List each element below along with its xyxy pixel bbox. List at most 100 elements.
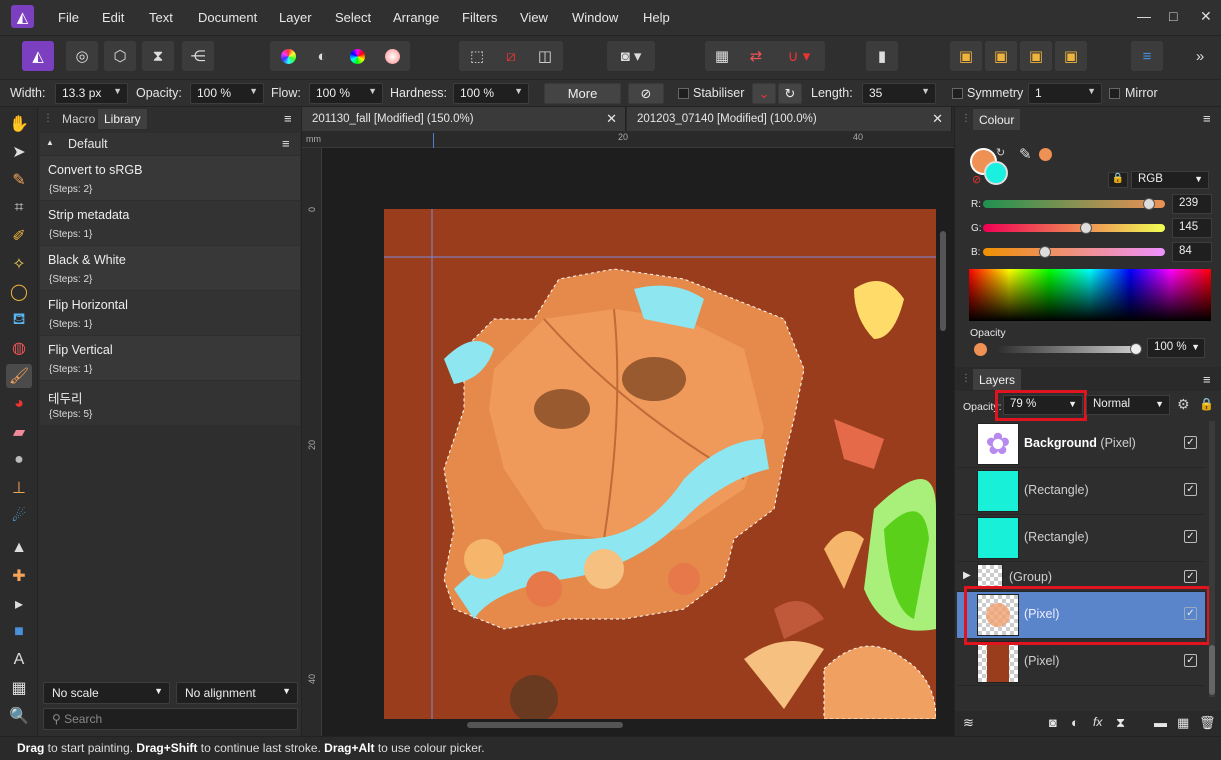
colour-opacity-thumb[interactable]	[1130, 343, 1142, 355]
g-slider-thumb[interactable]	[1080, 222, 1092, 234]
invert-selection-icon[interactable]: ◫	[529, 41, 561, 71]
tab-colour[interactable]: Colour	[973, 109, 1021, 130]
horizontal-scrollbar[interactable]	[467, 722, 623, 728]
macro-item[interactable]: 테두리 {Steps: 5}	[40, 381, 300, 425]
erase-tool-icon[interactable]: ▰	[6, 420, 32, 444]
rectangle-tool-icon[interactable]: ■	[6, 620, 32, 644]
close-icon[interactable]: ✕	[932, 111, 943, 127]
menu-layer[interactable]: Layer	[279, 10, 312, 25]
doc-tab-fall[interactable]: 201130_fall [Modified] (150.0%) ✕	[302, 107, 626, 131]
tab-layers[interactable]: Layers	[973, 369, 1022, 390]
add-pixel-layer-icon[interactable]: ▦	[1177, 715, 1189, 731]
export-persona-icon[interactable]: ⋲	[182, 41, 214, 71]
crop-tool-icon[interactable]: ⌗	[6, 196, 32, 220]
photo-persona-icon[interactable]: ◭	[22, 41, 54, 71]
close-window-button[interactable]: ✕	[1200, 8, 1212, 25]
scale-select[interactable]: No scale ▼	[43, 682, 170, 704]
macro-item[interactable]: Strip metadata {Steps: 1}	[40, 201, 300, 245]
contrast-icon[interactable]: ◐	[306, 41, 338, 71]
layer-studio-icon[interactable]: ≋	[963, 715, 974, 731]
panel-grip-icon[interactable]: ⋮	[961, 373, 971, 384]
close-icon[interactable]: ✕	[606, 111, 617, 127]
text-tool-icon[interactable]: A	[6, 648, 32, 672]
search-input[interactable]: ⚲ Search	[43, 708, 298, 730]
doc-tab-07140[interactable]: 201203_07140 [Modified] (100.0%) ✕	[627, 107, 952, 131]
hardness-field[interactable]: 100 % ▼	[453, 83, 529, 104]
zoom-tool-icon[interactable]: 🔍	[6, 704, 32, 728]
menu-document[interactable]: Document	[198, 10, 257, 25]
deselect-icon[interactable]: ⧄	[495, 41, 527, 71]
rope-mode-icon[interactable]: ⌄	[752, 83, 776, 104]
colour-model-select[interactable]: RGB ▼	[1131, 171, 1209, 189]
no-colour-icon[interactable]: ⊘	[972, 173, 981, 186]
visibility-checkbox[interactable]: ✓	[1184, 483, 1197, 496]
smudge-tool-icon[interactable]: ☄	[6, 504, 32, 528]
brush-options-icon[interactable]: ▮	[866, 41, 898, 71]
layer-row[interactable]: (Pixel) ✓	[957, 639, 1205, 686]
panel-menu-icon[interactable]: ≡	[284, 111, 292, 126]
colour-replacement-tool-icon[interactable]: ◕	[6, 392, 32, 416]
tab-macro[interactable]: Macro	[56, 109, 101, 129]
b-slider[interactable]	[983, 248, 1165, 256]
panel-grip-icon[interactable]: ⋮	[43, 113, 53, 124]
sharpen-tool-icon[interactable]: ▲	[6, 536, 32, 560]
colour-opacity-slider[interactable]	[997, 346, 1137, 353]
visibility-checkbox[interactable]: ✓	[1184, 530, 1197, 543]
paint-brush-tool-icon[interactable]: 🖌	[6, 364, 32, 388]
white-balance-icon[interactable]	[376, 41, 408, 71]
node-tool-icon[interactable]: ▸	[6, 592, 32, 616]
arrange-forward-icon[interactable]: ▣	[1020, 41, 1052, 71]
flow-field[interactable]: 100 % ▼	[309, 83, 383, 104]
layer-row[interactable]: (Rectangle) ✓	[957, 468, 1205, 515]
mesh-warp-tool-icon[interactable]: ▦	[6, 676, 32, 700]
secondary-colour-swatch[interactable]	[984, 161, 1008, 185]
menu-text[interactable]: Text	[149, 10, 173, 25]
move-mode-icon[interactable]: ⇄	[740, 41, 772, 71]
flood-select-tool-icon[interactable]: ✧	[6, 252, 32, 276]
visibility-checkbox[interactable]: ✓	[1184, 654, 1197, 667]
panel-menu-icon[interactable]: ≡	[1203, 372, 1211, 387]
visibility-checkbox[interactable]: ✓	[1184, 436, 1197, 449]
panel-grip-icon[interactable]: ⋮	[961, 113, 971, 124]
b-slider-thumb[interactable]	[1039, 246, 1051, 258]
mirror-checkbox[interactable]	[1109, 88, 1120, 99]
visibility-checkbox[interactable]: ✓	[1184, 570, 1197, 583]
tab-library[interactable]: Library	[98, 109, 147, 129]
arrange-front-icon[interactable]: ▣	[1055, 41, 1087, 71]
menu-arrange[interactable]: Arrange	[393, 10, 439, 25]
symmetry-count-field[interactable]: 1 ▼	[1028, 83, 1102, 104]
r-value-field[interactable]: 239	[1172, 194, 1212, 214]
move-tool-icon[interactable]: ➤	[6, 140, 32, 164]
clone-tool-icon[interactable]: ⊥	[6, 476, 32, 500]
swap-colours-icon[interactable]: ↻	[996, 146, 1005, 159]
g-slider[interactable]	[983, 224, 1165, 232]
macro-item[interactable]: Flip Horizontal {Steps: 1}	[40, 291, 300, 335]
more-button[interactable]: More	[544, 83, 621, 104]
colour-opacity-field[interactable]: 100 % ▼	[1147, 338, 1205, 358]
healing-tool-icon[interactable]: ✚	[6, 564, 32, 588]
alignment-select[interactable]: No alignment ▼	[176, 682, 298, 704]
colour-spectrum[interactable]	[969, 269, 1211, 321]
layer-row[interactable]: ✿ Background (Pixel) ✓	[957, 421, 1205, 468]
selection-brush-tool-icon[interactable]: ✐	[6, 224, 32, 248]
window-mode-icon[interactable]: ↻	[778, 83, 802, 104]
levels-icon[interactable]	[272, 41, 304, 71]
stabiliser-checkbox[interactable]	[678, 88, 689, 99]
affinity-photo-logo-icon[interactable]: ◭	[11, 5, 34, 28]
macro-item[interactable]: Convert to sRGB {Steps: 2}	[40, 156, 300, 200]
document-canvas[interactable]	[384, 209, 936, 719]
width-field[interactable]: 13.3 px ▼	[55, 83, 128, 104]
macro-item[interactable]: Flip Vertical {Steps: 1}	[40, 336, 300, 380]
symmetry-checkbox[interactable]	[952, 88, 963, 99]
gear-icon[interactable]: ⚙	[1177, 396, 1190, 413]
marquee-select-icon[interactable]: ⬚	[461, 41, 493, 71]
gradient-tool-icon[interactable]: ◍	[6, 336, 32, 360]
trash-icon[interactable]: 🗑	[1199, 715, 1216, 731]
r-slider-thumb[interactable]	[1143, 198, 1155, 210]
menu-help[interactable]: Help	[643, 10, 670, 25]
maximize-button[interactable]: □	[1169, 8, 1177, 24]
colour-wheel-icon[interactable]	[341, 41, 373, 71]
g-value-field[interactable]: 145	[1172, 218, 1212, 238]
panel-menu-icon[interactable]: ≡	[1203, 111, 1211, 126]
adjustment-layer-icon[interactable]: ◐	[1071, 715, 1079, 730]
